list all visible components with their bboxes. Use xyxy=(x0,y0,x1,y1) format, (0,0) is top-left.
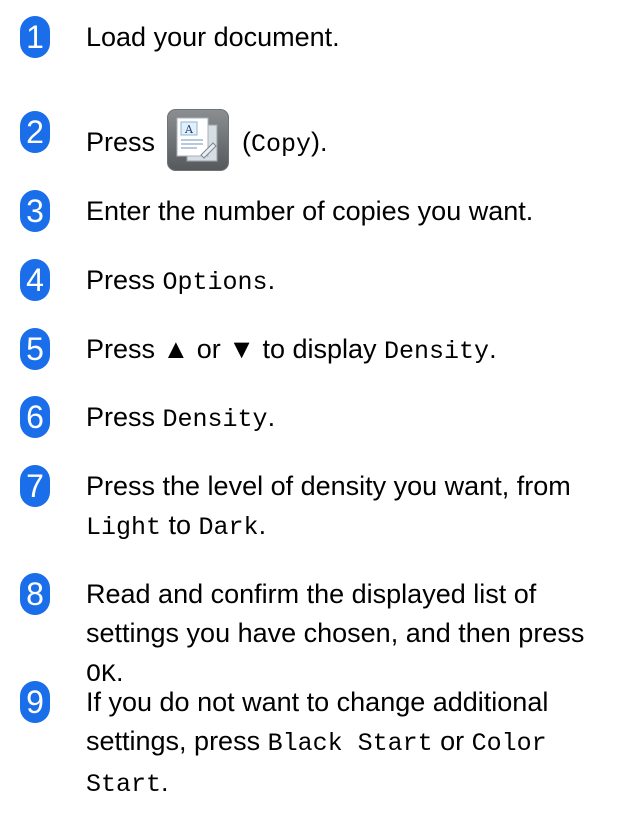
step-text: Load your document. xyxy=(86,18,616,57)
menu-label: Density xyxy=(384,337,490,366)
step-text-part: . xyxy=(161,767,169,797)
step-text: Press the level of density you want, fro… xyxy=(86,467,616,547)
step-text-part: to xyxy=(161,510,199,540)
step-9: 9 If you do not want to change additiona… xyxy=(0,681,624,803)
step-8: 8 Read and confirm the displayed list of… xyxy=(0,573,624,695)
step-number-badge: 2 xyxy=(20,111,50,153)
menu-label: Density xyxy=(162,405,268,434)
step-5: 5 Press ▲ or ▼ to display Density. xyxy=(0,328,624,372)
step-text-part: Press the level of density you want, fro… xyxy=(86,471,571,501)
step-text-part: Press xyxy=(86,402,163,432)
step-text-part: . xyxy=(258,510,267,540)
step-text: Press A (Copy). xyxy=(86,109,616,175)
step-text-part: ( xyxy=(234,127,252,158)
step-7: 7 Press the level of density you want, f… xyxy=(0,465,624,547)
instruction-page: 1 Load your document. 2 Press A (Copy). … xyxy=(0,0,624,816)
menu-label: Light xyxy=(86,513,162,542)
step-text-part: . xyxy=(267,402,276,432)
step-text-part: . xyxy=(267,265,276,295)
step-number-badge: 3 xyxy=(20,190,50,232)
step-text-part: Read and confirm the displayed list of s… xyxy=(86,579,585,648)
step-text: Press Density. xyxy=(86,398,616,439)
step-text: If you do not want to change additional … xyxy=(86,683,616,804)
step-number-badge: 7 xyxy=(20,465,50,507)
step-6: 6 Press Density. xyxy=(0,396,624,440)
step-text-part: or xyxy=(432,726,472,756)
step-number-badge: 9 xyxy=(20,681,50,723)
step-text-part: . xyxy=(489,334,497,364)
step-4: 4 Press Options. xyxy=(0,259,624,303)
menu-label: Options xyxy=(162,268,268,297)
step-number-badge: 8 xyxy=(20,573,50,615)
step-number-badge: 1 xyxy=(20,16,50,58)
step-text: Press Options. xyxy=(86,261,616,302)
step-text: Read and confirm the displayed list of s… xyxy=(86,575,616,694)
step-2: 2 Press A (Copy). xyxy=(0,101,624,171)
step-1: 1 Load your document. xyxy=(0,16,624,60)
step-text-part: Load your document. xyxy=(86,22,340,52)
svg-text:A: A xyxy=(184,123,194,136)
copy-icon: A xyxy=(166,109,229,171)
step-text: Press ▲ or ▼ to display Density. xyxy=(86,330,616,371)
step-text-part: Press ▲ or ▼ to display xyxy=(86,334,385,364)
step-text-part: Press xyxy=(86,265,163,295)
menu-label: Black Start xyxy=(267,729,433,758)
step-text-part: ). xyxy=(311,127,328,158)
step-text-part: Press xyxy=(86,127,163,158)
step-number-badge: 4 xyxy=(20,259,50,301)
step-text-part: Enter the number of copies you want. xyxy=(86,196,534,226)
step-number-badge: 5 xyxy=(20,328,50,370)
step-text: Enter the number of copies you want. xyxy=(86,192,616,231)
step-number-badge: 6 xyxy=(20,396,50,438)
menu-label: Copy xyxy=(251,130,312,160)
step-3: 3 Enter the number of copies you want. xyxy=(0,190,624,234)
menu-label: Dark xyxy=(198,513,259,542)
